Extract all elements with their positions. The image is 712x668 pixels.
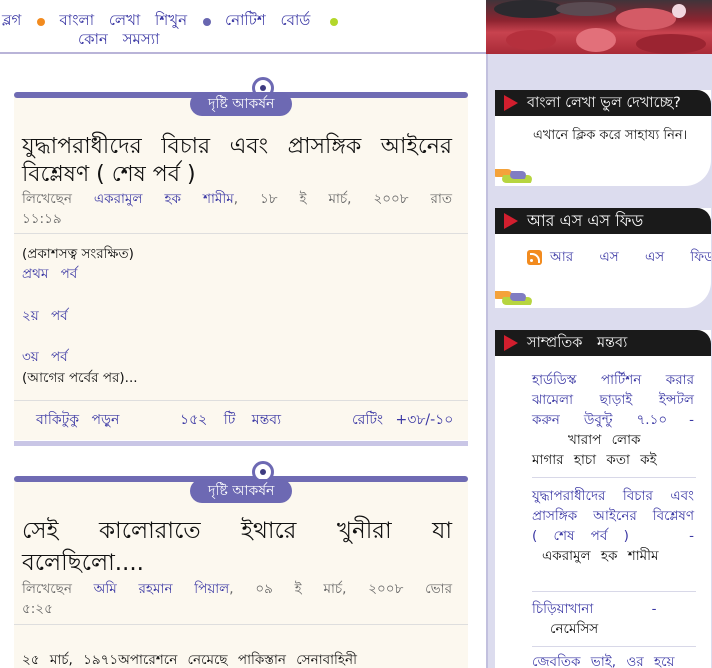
comments-link[interactable]: ১৫২ টি মন্তব্য <box>180 408 281 432</box>
nav-link-notice-board[interactable]: নোটিশ বোর্ড <box>225 9 310 34</box>
nav-link-blog[interactable]: ব্লগ <box>2 9 21 34</box>
post-time: ১১:১৯ <box>22 211 62 227</box>
help-widget: বাংলা লেখা ভুল দেখাচ্ছে? এখানে ক্লিক করে… <box>495 90 711 186</box>
rss-icon <box>527 250 542 265</box>
arrow-icon <box>504 95 518 111</box>
post-body-link[interactable]: প্রথম পর্ব <box>22 264 77 284</box>
bullet-icon <box>330 17 339 26</box>
recent-comment[interactable]: যুদ্ধাপরাধীদের বিচার এবং প্রাসঙ্গিক আইনে… <box>532 486 694 566</box>
recent-comment[interactable]: চিড়িয়াখানা - নেমেসিস <box>532 599 694 639</box>
widget-title: সাম্প্রতিক মন্তব্য <box>527 335 628 351</box>
arrow-icon <box>504 335 518 351</box>
post-body-line: (প্রকাশসত্ব সংরক্ষিত) <box>22 246 134 262</box>
attention-badge: দৃষ্টি আকর্ষন <box>190 479 293 503</box>
recent-comment[interactable]: জেবতিক ভাই, ওর হয়ে <box>532 652 694 668</box>
nav-row: ব্লগ বাংলা লেখা শিখুন নোটিশ বোর্ড <box>0 9 352 34</box>
post-body-line: (আগের পর্বের পর)... <box>22 370 138 386</box>
sidebar: বাংলা লেখা ভুল দেখাচ্ছে? এখানে ক্লিক করে… <box>486 54 712 668</box>
post-title[interactable]: যুদ্ধাপরাধীদের বিচার এবং প্রাসঙ্গিক আইনে… <box>22 132 452 162</box>
top-navigation: ব্লগ বাংলা লেখা শিখুন নোটিশ বোর্ড কোন সম… <box>0 0 486 54</box>
bullet-icon <box>203 17 212 26</box>
post-meta: লিখেছেন একরামুল হক শামীম, ১৮ ই মার্চ, ২০… <box>22 191 452 207</box>
rss-feed-link[interactable]: আর এস এস ফিড <box>495 234 711 269</box>
help-link[interactable]: এখানে ক্লিক করে সাহায্য নিন। <box>495 116 711 146</box>
post-footer: বাকিটুকু পড়ুন ১৫২ টি মন্তব্য রেটিং +৩৮/… <box>14 402 468 432</box>
author-link[interactable]: একরামুল হক শামীম <box>94 191 234 207</box>
recent-comment[interactable]: হার্ডডিস্ক পার্টিশন করার ঝামেলা ছাড়াই ই… <box>532 370 694 470</box>
rating-text: রেটিং +৩৮/-১০ <box>352 412 454 428</box>
read-more-link[interactable]: বাকিটুকু পড়ুন <box>36 408 119 432</box>
post-title[interactable]: বিশ্লেষণ ( শেষ পর্ব ) <box>22 160 452 190</box>
nav-link-any-problem[interactable]: কোন সমস্যা <box>78 30 160 48</box>
post-body-link[interactable]: ৩য় পর্ব <box>22 347 68 367</box>
post-title[interactable]: বলেছিলো.... <box>22 548 452 578</box>
post-body-link[interactable]: ২য় পর্ব <box>22 306 68 326</box>
rss-widget: আর এস এস ফিড আর এস এস ফিড <box>495 208 711 308</box>
post-body-line: ২৫ মার্চ, ১৯৭১অপারেশনে নেমেছে পাকিস্তান … <box>22 652 357 668</box>
bullet-icon <box>37 17 46 26</box>
swoosh-decoration <box>495 168 711 186</box>
post-meta: লিখেছেন অমি রহমান পিয়াল, ০৯ ই মার্চ, ২০… <box>22 581 453 597</box>
post-title[interactable]: সেই কালোরাতে ইথারে খুনীরা যা <box>22 516 452 546</box>
widget-title: আর এস এস ফিড <box>527 211 644 230</box>
post-list: দৃষ্টি আকর্ষন যুদ্ধাপরাধীদের বিচার এবং প… <box>0 56 486 668</box>
swoosh-decoration <box>495 290 711 308</box>
author-link[interactable]: অমি রহমান পিয়াল <box>94 581 230 597</box>
widget-title: বাংলা লেখা ভুল দেখাচ্ছে? <box>527 95 681 111</box>
arrow-icon <box>504 213 518 229</box>
post-time: ৫:২৫ <box>22 601 53 617</box>
attention-badge: দৃষ্টি আকর্ষন <box>190 92 293 116</box>
header-photo <box>486 0 712 54</box>
